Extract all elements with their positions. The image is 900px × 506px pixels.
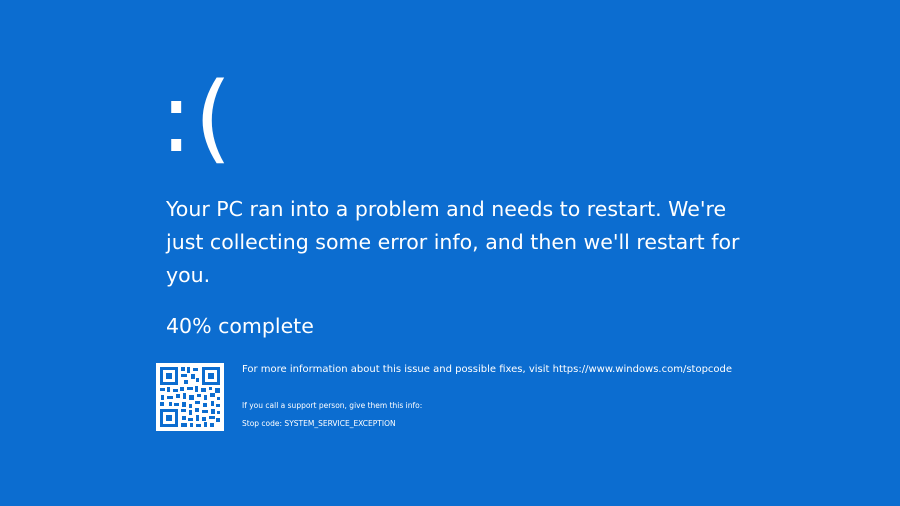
error-message: Your PC ran into a problem and needs to … <box>166 197 740 287</box>
stop-code: Stop code: SYSTEM_SERVICE_EXCEPTION <box>242 419 396 428</box>
support-prompt: If you call a support person, give them … <box>242 401 423 410</box>
more-info-text: For more information about this issue an… <box>242 364 733 375</box>
qr-code-icon <box>156 363 224 431</box>
progress-status: 40% complete <box>166 314 314 338</box>
sad-face: :( <box>160 62 234 174</box>
bsod-screen: :( Your PC ran into a problem and needs … <box>0 0 900 506</box>
